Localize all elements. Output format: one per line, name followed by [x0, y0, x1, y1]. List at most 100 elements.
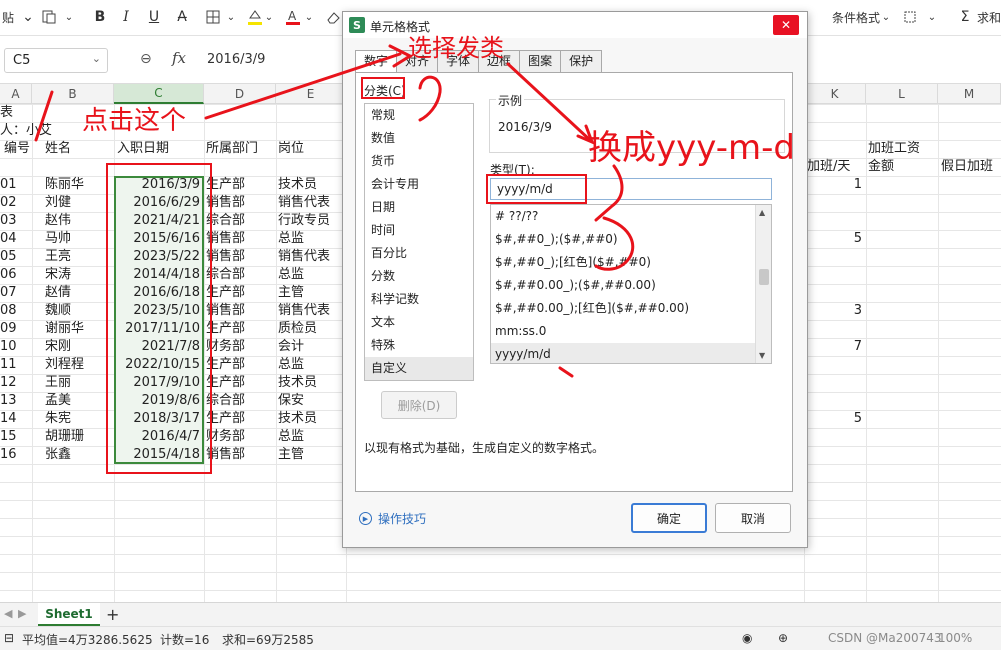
header-overtime-amount[interactable]: 金额: [868, 158, 894, 176]
cancel-button[interactable]: 取消: [715, 503, 791, 533]
cell-position[interactable]: 质检员: [278, 320, 346, 338]
cell-overtime-days[interactable]: [806, 248, 862, 266]
format-item[interactable]: $#,##0_);($#,##0): [491, 228, 771, 251]
header-no[interactable]: 编号: [4, 140, 30, 158]
cell-overtime-days[interactable]: 7: [806, 338, 862, 356]
cell-position[interactable]: 主管: [278, 284, 346, 302]
format-item[interactable]: $#,##0_);[红色]($#,##0): [491, 251, 771, 274]
format-item[interactable]: $#,##0.00_);($#,##0.00): [491, 274, 771, 297]
category-item[interactable]: 日期: [365, 196, 473, 219]
category-item[interactable]: 数值: [365, 127, 473, 150]
format-list-scrollbar[interactable]: ▲ ▼: [755, 205, 771, 363]
cell-dept[interactable]: 销售部: [206, 302, 276, 320]
format-painter-icon[interactable]: [34, 6, 64, 28]
cell-overtime-days[interactable]: [806, 392, 862, 410]
category-item[interactable]: 常规: [365, 104, 473, 127]
category-item[interactable]: 科学记数: [365, 288, 473, 311]
cell-position[interactable]: 行政专员: [278, 212, 346, 230]
scroll-up-icon[interactable]: ▲: [759, 208, 765, 217]
tab-number[interactable]: 数字: [355, 50, 398, 73]
cell-overtime-days[interactable]: 5: [806, 410, 862, 428]
cell-position[interactable]: 技术员: [278, 374, 346, 392]
header-hire-date[interactable]: 入职日期: [117, 140, 169, 158]
chevron-down-icon[interactable]: ⌄: [226, 6, 236, 28]
header-holiday-overtime[interactable]: 假日加班: [941, 158, 993, 176]
strikethrough-icon[interactable]: A̶: [172, 6, 192, 28]
cell-name[interactable]: 王亮: [45, 248, 113, 266]
cell-no[interactable]: 01: [0, 176, 30, 194]
eye-icon[interactable]: ◉: [742, 631, 752, 645]
category-item[interactable]: 百分比: [365, 242, 473, 265]
cell-dept[interactable]: 销售部: [206, 194, 276, 212]
ok-button[interactable]: 确定: [631, 503, 707, 533]
tips-link[interactable]: ▶ 操作技巧: [359, 510, 426, 527]
cell-dept[interactable]: 销售部: [206, 230, 276, 248]
chevron-down-icon[interactable]: ⌄: [264, 6, 274, 28]
cell-position[interactable]: 销售代表: [278, 302, 346, 320]
cell-name[interactable]: 刘程程: [45, 356, 113, 374]
cell-position[interactable]: 主管: [278, 446, 346, 464]
chevron-down-icon[interactable]: ⌄: [304, 6, 314, 28]
sheet-title[interactable]: 表: [0, 104, 13, 122]
chevron-down-icon[interactable]: ⌄: [880, 6, 892, 28]
cell-name[interactable]: 张鑫: [45, 446, 113, 464]
cell-dept[interactable]: 生产部: [206, 374, 276, 392]
column-header-k[interactable]: K: [804, 84, 866, 104]
column-header-a[interactable]: A: [0, 84, 32, 104]
underline-icon[interactable]: U: [144, 6, 164, 28]
cell-name[interactable]: 王丽: [45, 374, 113, 392]
cell-no[interactable]: 09: [0, 320, 30, 338]
cell-overtime-days[interactable]: 5: [806, 230, 862, 248]
view-mode-icon[interactable]: ⊕: [778, 631, 788, 645]
close-button[interactable]: ✕: [773, 15, 799, 35]
format-item[interactable]: $#,##0.00_);[红色]($#,##0.00): [491, 297, 771, 320]
cell-no[interactable]: 05: [0, 248, 30, 266]
cell-name[interactable]: 赵伟: [45, 212, 113, 230]
font-color-icon[interactable]: A: [282, 6, 304, 28]
tab-pattern[interactable]: 图案: [519, 50, 562, 72]
conditional-format-button[interactable]: 条件格式: [826, 6, 886, 28]
cell-overtime-days[interactable]: 1: [806, 176, 862, 194]
scroll-down-icon[interactable]: ▼: [759, 351, 765, 360]
cell-dept[interactable]: 财务部: [206, 338, 276, 356]
cell-name[interactable]: 宋刚: [45, 338, 113, 356]
status-sum[interactable]: 求和=69万2585: [222, 631, 314, 648]
cell-no[interactable]: 03: [0, 212, 30, 230]
cell-no[interactable]: 04: [0, 230, 30, 248]
cell-format-icon[interactable]: [898, 6, 922, 28]
cell-position[interactable]: 技术员: [278, 176, 346, 194]
name-box[interactable]: C5 ⌄: [4, 48, 108, 73]
cell-name[interactable]: 刘健: [45, 194, 113, 212]
cell-dept[interactable]: 财务部: [206, 428, 276, 446]
cell-dept[interactable]: 综合部: [206, 266, 276, 284]
column-header-e[interactable]: E: [276, 84, 346, 104]
cell-no[interactable]: 12: [0, 374, 30, 392]
paste-dropdown-icon[interactable]: ⌄: [22, 6, 34, 28]
cell-position[interactable]: 销售代表: [278, 194, 346, 212]
sheet-tab-sheet1[interactable]: Sheet1: [38, 603, 100, 626]
cell-name[interactable]: 宋涛: [45, 266, 113, 284]
cell-position[interactable]: 总监: [278, 428, 346, 446]
format-item[interactable]: yyyy/m/d: [491, 343, 771, 363]
cell-no[interactable]: 06: [0, 266, 30, 284]
fill-color-icon[interactable]: [244, 6, 266, 28]
cell-overtime-days[interactable]: [806, 212, 862, 230]
border-icon[interactable]: [200, 6, 226, 28]
cell-position[interactable]: 保安: [278, 392, 346, 410]
cell-name[interactable]: 谢丽华: [45, 320, 113, 338]
cell-no[interactable]: 15: [0, 428, 30, 446]
cell-no[interactable]: 14: [0, 410, 30, 428]
cell-name[interactable]: 胡珊珊: [45, 428, 113, 446]
category-item[interactable]: 特殊: [365, 334, 473, 357]
cell-dept[interactable]: 销售部: [206, 446, 276, 464]
cell-overtime-days[interactable]: [806, 374, 862, 392]
creator-cell[interactable]: 人：小艾: [0, 122, 52, 140]
sum-icon[interactable]: Σ: [956, 6, 974, 28]
format-item[interactable]: mm:ss.0: [491, 320, 771, 343]
cell-no[interactable]: 11: [0, 356, 30, 374]
cell-dept[interactable]: 生产部: [206, 356, 276, 374]
chevron-down-icon[interactable]: ⌄: [926, 6, 938, 28]
cell-dept[interactable]: 生产部: [206, 284, 276, 302]
column-header-m[interactable]: M: [938, 84, 1001, 104]
cell-overtime-days[interactable]: [806, 266, 862, 284]
